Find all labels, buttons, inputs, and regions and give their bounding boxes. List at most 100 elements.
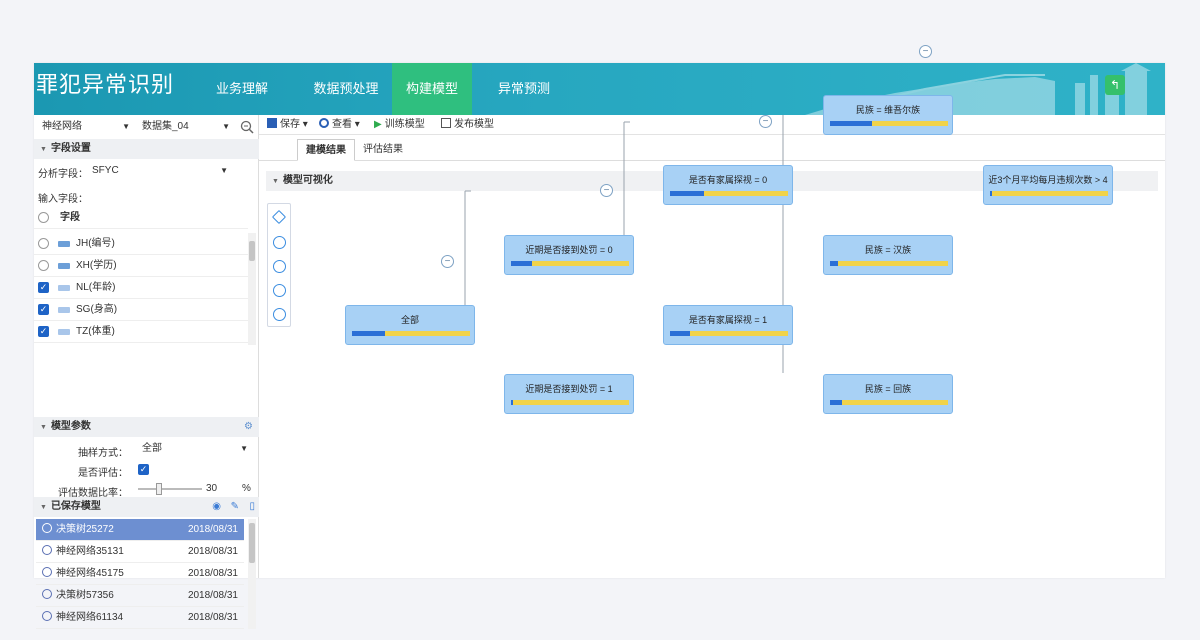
tree-node-bar [830,400,948,405]
tree-node-label: 近期是否接到处罚 = 1 [525,384,613,394]
field-label: TZ(体重) [76,326,115,337]
tree-node-label: 是否有家属探视 = 0 [688,175,768,185]
sampling-select[interactable]: 全部 ▼ [136,440,252,458]
field-checkbox[interactable]: ✓ [38,326,49,337]
tree-node-bar-fill [830,400,842,405]
app-header: 罪犯异常识别 业务理解 数据预处理 构建模型 异常预测 ↰ [34,63,1165,115]
collapse-triangle-icon: ▼ [40,424,47,431]
node-toggle[interactable]: − [600,184,613,197]
tree-node-bar-fill [511,261,533,266]
field-row[interactable]: ✓ SG(身高) [34,299,248,321]
sampling-value: 全部 [142,443,162,454]
field-checkbox[interactable] [38,238,49,249]
tree-node[interactable]: 民族 = 维吾尔族 [823,95,953,135]
edit-icon[interactable]: ✎ [231,497,239,517]
slider-handle[interactable] [156,483,162,495]
input-field-label: 输入字段： [38,194,88,205]
view-button[interactable]: 查看 ▾ [319,115,360,135]
dataset-select[interactable]: 数据集_04 ▼ [136,118,234,136]
node-toggle[interactable]: − [759,115,772,128]
tab-build-result[interactable]: 建模结果 [297,139,355,161]
tree-node-bar-fill [670,331,691,336]
tree-node-bar [830,261,948,266]
tree-node[interactable]: 全部 [345,305,475,345]
model-list-item[interactable]: 决策树57356 2018/08/31 [36,585,244,607]
nav-tab-preprocess[interactable]: 数据预处理 [294,63,398,115]
save-label: 保存 [280,119,300,130]
nav-tab-build-model[interactable]: 构建模型 [392,63,472,115]
node-toggle[interactable]: − [919,45,932,58]
eye-icon[interactable]: ◉ [212,497,221,517]
tree-node-bar [511,261,629,266]
toolbar: 保存 ▾ 查看 ▾ ▶ 训练模型 发布模型 [259,115,1165,135]
publish-icon [441,118,451,128]
model-list-scrollbar[interactable] [248,519,256,629]
model-list-item[interactable]: 神经网络61134 2018/08/31 [36,607,244,629]
saved-models-header[interactable]: ▼ 已保存模型 ◉ ✎ ▯ [34,497,259,517]
delete-icon[interactable]: ▯ [249,497,255,517]
scroll-thumb[interactable] [249,241,255,261]
tree-node[interactable]: 民族 = 汉族 [823,235,953,275]
model-params-header[interactable]: ▼ 模型参数 ⚙ [34,417,259,437]
view-label: 查看 [332,119,352,130]
search-icon[interactable] [240,120,254,134]
collapse-triangle-icon: ▼ [272,178,279,185]
fit-diamond-icon[interactable] [271,209,287,225]
model-list-item[interactable]: 决策树25272 2018/08/31 [36,519,244,541]
field-row[interactable]: JH(编号) [34,233,248,255]
sampling-label: 抽样方式： [78,448,128,459]
algorithm-select-value: 神经网络 [42,121,82,132]
field-row[interactable]: ✓ TZ(体重) [34,321,248,343]
eval-ratio-value[interactable]: 30 [206,483,217,494]
tab-eval-result[interactable]: 评估结果 [355,139,411,161]
model-name: 神经网络61134 [56,612,124,623]
center-view-icon[interactable] [273,308,286,321]
field-row[interactable]: ✓ NL(年龄) [34,277,248,299]
publish-model-button[interactable]: 发布模型 [441,115,494,135]
field-checkbox[interactable] [38,260,49,271]
model-icon [42,589,52,599]
tree-node[interactable]: 近3个月平均每月违规次数 > 4 [983,165,1113,205]
model-list-item[interactable]: 神经网络45175 2018/08/31 [36,563,244,585]
model-icon [42,523,52,533]
select-all-radio[interactable] [38,212,49,223]
field-label: SG(身高) [76,304,118,315]
reset-view-icon[interactable] [273,284,286,297]
algorithm-select[interactable]: 神经网络 ▼ [36,118,134,136]
tree-node[interactable]: 是否有家属探视 = 1 [663,305,793,345]
evaluate-checkbox[interactable]: ✓ [138,464,149,475]
train-model-button[interactable]: ▶ 训练模型 [374,115,425,135]
target-field-select[interactable]: SFYC ▼ [86,162,232,180]
field-row[interactable]: XH(学历) [34,255,248,277]
zoom-in-icon[interactable] [273,236,286,249]
exit-icon[interactable]: ↰ [1105,75,1125,95]
tree-node[interactable]: 民族 = 回族 [823,374,953,414]
tree-node[interactable]: 是否有家属探视 = 0 [663,165,793,205]
tree-node-bar [352,331,470,336]
tree-node-bar-fill [352,331,386,336]
nav-tab-predict[interactable]: 异常预测 [486,63,562,115]
tree-node-bar-fill [670,191,705,196]
tree-node[interactable]: 近期是否接到处罚 = 1 [504,374,634,414]
field-type-icon [58,263,70,269]
zoom-out-icon[interactable] [273,260,286,273]
model-date: 2018/08/31 [187,612,238,623]
app-title: 罪犯异常识别 [36,73,175,98]
field-checkbox[interactable]: ✓ [38,304,49,315]
model-list-item[interactable]: 神经网络35131 2018/08/31 [36,541,244,563]
field-column-header: 字段 [60,212,80,223]
eval-ratio-slider[interactable] [138,483,202,495]
tree-node[interactable]: 近期是否接到处罚 = 0 [504,235,634,275]
field-checkbox[interactable]: ✓ [38,282,49,293]
tree-node-bar-fill [830,121,873,126]
chevron-down-icon: ▼ [222,122,230,131]
nav-tab-business[interactable]: 业务理解 [194,63,290,115]
field-settings-header[interactable]: ▼ 字段设置 [34,139,259,159]
field-list-scrollbar[interactable] [248,233,256,345]
node-toggle[interactable]: − [441,255,454,268]
tree-node-label: 民族 = 维吾尔族 [855,105,921,115]
field-type-icon [58,285,70,291]
scroll-thumb[interactable] [249,523,255,563]
settings-icon[interactable]: ⚙ [244,417,253,437]
save-button[interactable]: 保存 ▾ [267,115,308,135]
